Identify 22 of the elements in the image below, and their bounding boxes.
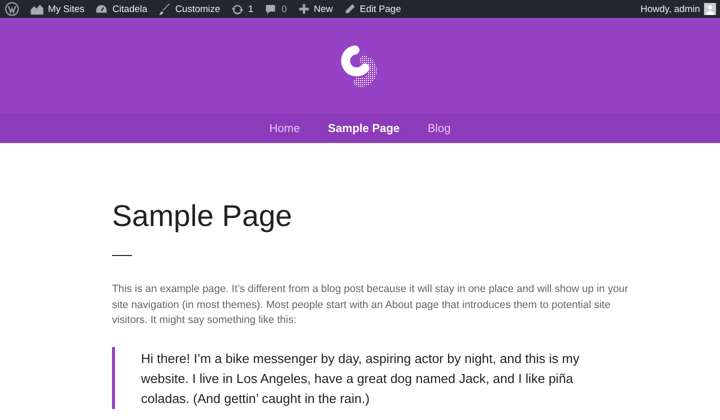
page-title: Sample Page (112, 199, 294, 235)
comments-menu-item[interactable]: 0 (264, 2, 287, 16)
houses-icon (30, 2, 44, 16)
customize-menu-item[interactable]: Customize (158, 2, 220, 16)
blockquote: Hi there! I’m a bike messenger by day, aspiring actor by night, and this is my website. I live in Los Angeles, have a great dog named Jack, and I like piña coladas. (And gettin’ caught in the rain.) (112, 346, 601, 408)
new-menu-item[interactable]: New (298, 3, 333, 15)
nav-link[interactable]: Sample Page (328, 122, 400, 134)
nav-link[interactable]: Blog (428, 122, 451, 134)
brush-icon (158, 2, 172, 16)
edit-menu-item[interactable]: Edit Page (344, 3, 401, 15)
intro-paragraph: This is an example page. It’s different from a blog post because it will stay in one place and will show up in your site navigation (in most themes). Most people start with an About page that introduces them to potential site visitors. It might say something like this: (112, 282, 630, 328)
sites-menu-item[interactable]: My Sites (30, 2, 84, 16)
account-greeting[interactable]: Howdy, admin (640, 4, 700, 14)
pencil-icon (344, 3, 356, 15)
gauge-icon (95, 2, 108, 16)
refresh-icon (231, 2, 244, 16)
wordpress-logo-icon[interactable] (5, 2, 19, 16)
dashboard-menu-item[interactable]: Citadela (95, 2, 148, 16)
speech-bubble-icon (264, 2, 278, 16)
plus-icon (298, 3, 310, 15)
nav-link[interactable]: Home (269, 122, 300, 134)
updates-menu-item[interactable]: 1 (231, 2, 254, 16)
